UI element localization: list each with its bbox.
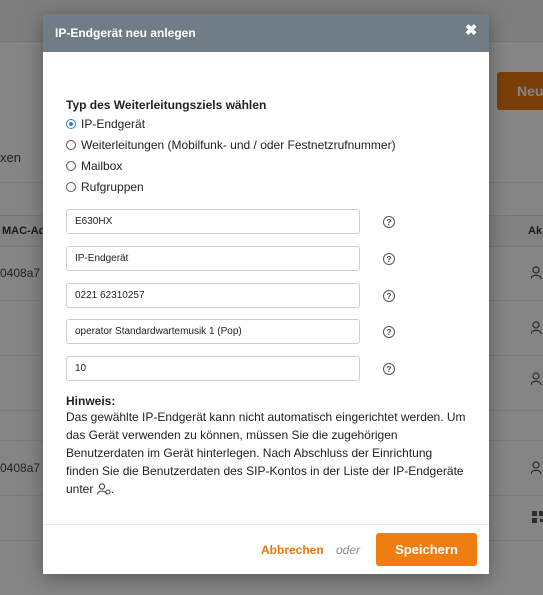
hint-body: Das gewählte IP-Endgerät kann nicht auto… — [66, 410, 466, 496]
dialog-header: IP-Endgerät neu anlegen ✖ — [43, 14, 489, 52]
radio-label: Weiterleitungen (Mobilfunk- und / oder F… — [81, 138, 396, 152]
device-model-field[interactable]: E630HX — [66, 209, 360, 234]
help-icon[interactable]: ? — [383, 326, 395, 338]
radio-button[interactable] — [66, 182, 76, 192]
radio-option-forwarding[interactable]: Weiterleitungen (Mobilfunk- und / oder F… — [66, 136, 396, 154]
or-label: oder — [336, 543, 361, 557]
device-name-field[interactable]: IP-Endgerät — [66, 246, 360, 271]
radio-option-ip-device[interactable]: IP-Endgerät — [66, 115, 145, 133]
radio-button[interactable] — [66, 161, 76, 171]
user-settings-icon — [96, 483, 111, 495]
section-title: Typ des Weiterleitungsziels wählen — [66, 98, 267, 112]
help-icon[interactable]: ? — [383, 253, 395, 265]
radio-button[interactable] — [66, 119, 76, 129]
ip-device-dialog: IP-Endgerät neu anlegen ✖ Typ des Weiter… — [43, 14, 489, 574]
help-icon[interactable]: ? — [383, 363, 395, 375]
hold-music-field[interactable]: operator Standardwartemusik 1 (Pop) — [66, 319, 360, 344]
help-icon[interactable]: ? — [383, 216, 395, 228]
close-icon[interactable]: ✖ — [463, 23, 479, 39]
phone-number-field[interactable]: 0221 62310257 — [66, 283, 360, 308]
radio-option-mailbox[interactable]: Mailbox — [66, 157, 122, 175]
dialog-footer: Abbrechen oder Speichern — [43, 524, 489, 574]
radio-label: Rufgruppen — [81, 180, 144, 194]
radio-label: IP-Endgerät — [81, 117, 146, 131]
dialog-title: IP-Endgerät neu anlegen — [55, 26, 196, 40]
radio-button[interactable] — [66, 140, 76, 150]
help-icon[interactable]: ? — [383, 290, 395, 302]
cancel-button[interactable]: Abbrechen — [261, 543, 324, 557]
hint-title: Hinweis: — [66, 394, 116, 408]
ring-time-field[interactable]: 10 — [66, 356, 360, 381]
save-button[interactable]: Speichern — [376, 533, 477, 566]
radio-option-ring-groups[interactable]: Rufgruppen — [66, 178, 144, 196]
hint-text: Das gewählte IP-Endgerät kann nicht auto… — [66, 408, 466, 498]
radio-label: Mailbox — [81, 159, 123, 173]
hint-end: . — [110, 482, 115, 496]
